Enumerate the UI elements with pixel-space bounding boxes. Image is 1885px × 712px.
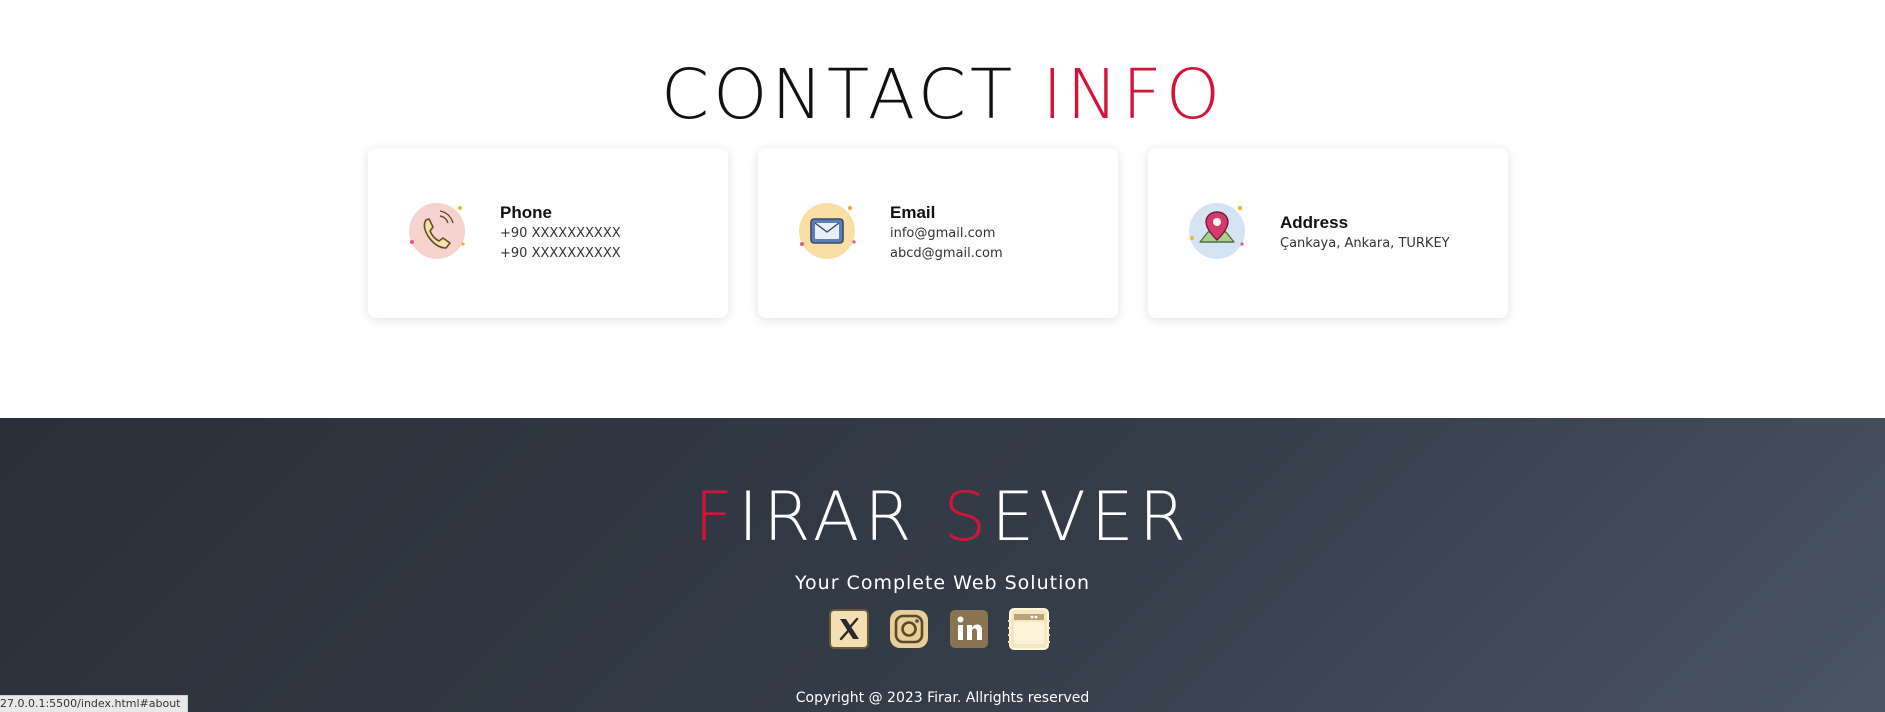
address-label: Address: [1280, 213, 1349, 232]
address-card: Address Çankaya, Ankara, TURKEY: [1148, 148, 1508, 318]
copyright-text: Copyright @ 2023 Firar. Allrights reserv…: [795, 690, 1090, 706]
address-line: Çankaya, Ankara, TURKEY: [1280, 236, 1450, 251]
linkedin-icon[interactable]: [946, 606, 992, 652]
email-label: Email: [890, 203, 936, 222]
email-card: Email info@gmail.com abcd@gmail.com: [758, 148, 1118, 318]
instagram-icon[interactable]: [886, 606, 932, 652]
x-twitter-icon[interactable]: [826, 606, 872, 652]
website-icon[interactable]: [1006, 606, 1052, 652]
phone-label: Phone: [500, 203, 552, 222]
status-url: 127.0.0.1:5500/index.html#about: [0, 697, 181, 710]
phone-icon: [404, 198, 470, 264]
contact-title-accent: INFO: [1042, 55, 1225, 135]
contact-cards: Phone +90 XXXXXXXXXX +90 XXXXXXXXXX Emai…: [368, 148, 1508, 318]
footer-brand: FIRAR SEVER: [0, 478, 1885, 558]
brand-last-initial: S: [943, 478, 992, 557]
email-address-2[interactable]: abcd@gmail.com: [890, 244, 1003, 264]
brand-first-rest: IRAR: [738, 478, 917, 557]
address-icon: [1184, 198, 1250, 264]
footer: FIRAR SEVER Your Complete Web Solution C…: [0, 418, 1885, 712]
brand-first-initial: F: [694, 478, 739, 557]
footer-tagline: Your Complete Web Solution: [794, 572, 1091, 594]
phone-number-1: +90 XXXXXXXXXX: [500, 226, 621, 241]
contact-title: CONTACT INFO: [0, 55, 1885, 135]
phone-card: Phone +90 XXXXXXXXXX +90 XXXXXXXXXX: [368, 148, 728, 318]
contact-title-main: CONTACT: [660, 55, 1017, 135]
email-card-body: Email info@gmail.com abcd@gmail.com: [890, 148, 1003, 318]
browser-status-bar: 127.0.0.1:5500/index.html#about: [0, 695, 188, 712]
phone-number-2: +90 XXXXXXXXXX: [500, 246, 621, 261]
email-address-1[interactable]: info@gmail.com: [890, 224, 1003, 244]
email-icon: [794, 198, 860, 264]
brand-last-rest: EVER: [991, 478, 1191, 557]
address-card-body: Address Çankaya, Ankara, TURKEY: [1280, 148, 1450, 318]
phone-card-body: Phone +90 XXXXXXXXXX +90 XXXXXXXXXX: [500, 148, 621, 318]
social-links: [826, 606, 1058, 656]
contact-section: CONTACT INFO Phone +90 XXXXXXXXXX +90 XX…: [0, 0, 1885, 418]
